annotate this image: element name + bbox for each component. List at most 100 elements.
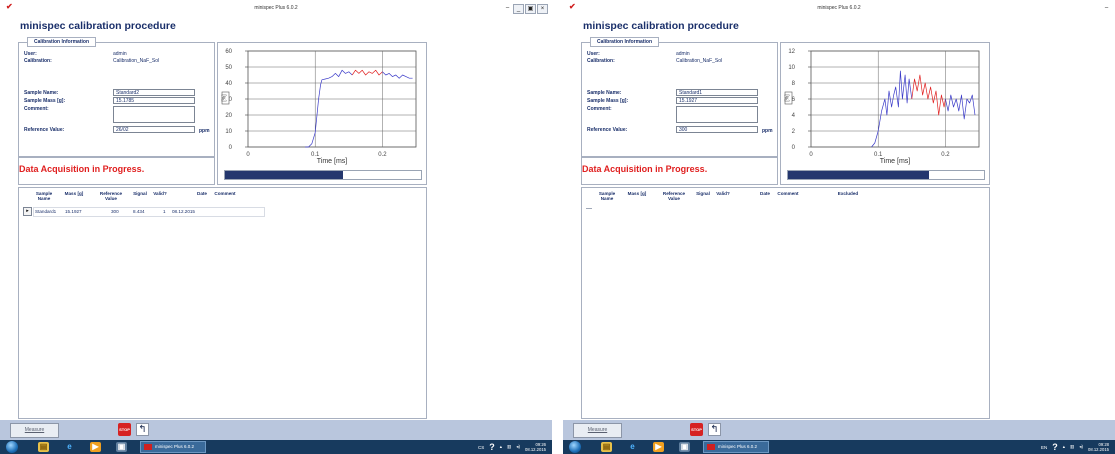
minispec-task-icon: [707, 444, 715, 450]
network-icon[interactable]: ▥: [1070, 444, 1074, 450]
measure-button[interactable]: Measure: [573, 423, 622, 438]
clock[interactable]: 09:26 08.12.2015: [525, 442, 546, 452]
y-tick-label: 50: [225, 65, 232, 71]
undo-arrow-icon[interactable]: ↰: [136, 423, 149, 436]
y-tick-label: 4: [792, 113, 796, 119]
taskbar-task-minispec[interactable]: minispec Plus 6.0.2: [703, 441, 769, 453]
progress-fill: [225, 171, 343, 179]
explorer-icon[interactable]: ▤: [38, 442, 49, 452]
column-valid[interactable]: Valid?: [149, 191, 171, 196]
internet-explorer-icon[interactable]: e: [64, 442, 75, 452]
minimize-icon-button[interactable]: _: [513, 4, 524, 14]
undo-arrow-icon[interactable]: ↰: [708, 423, 721, 436]
language-indicator[interactable]: EN: [1041, 445, 1047, 450]
y-tick-label: 60: [225, 49, 232, 55]
progress-fill: [788, 171, 930, 179]
stop-icon[interactable]: STOP: [690, 423, 703, 436]
reference-unit: ppm: [199, 128, 210, 134]
row-selector-icon[interactable]: [586, 208, 592, 209]
calibration-info-panel: Calibration Information User: admin Cali…: [18, 37, 215, 157]
column-sample-name[interactable]: Sample Name: [594, 191, 620, 201]
y-tick-label: 2: [792, 129, 796, 135]
stop-icon[interactable]: STOP: [118, 423, 131, 436]
x-tick-label: 0.2: [378, 152, 387, 158]
column-sample-name[interactable]: Sample Name: [31, 191, 57, 201]
x-tick-label: 0: [246, 152, 250, 158]
help-icon[interactable]: ?: [1052, 442, 1058, 452]
screenshot-right: ✔ minispec Plus 6.0.2 – minispec calibra…: [563, 0, 1115, 454]
y-tick-label: 12: [788, 49, 795, 55]
tray-arrow-icon[interactable]: ▴: [500, 444, 502, 450]
measure-button[interactable]: Measure: [10, 423, 59, 438]
y-tick-label: 40: [225, 81, 232, 87]
results-table: Sample Name Mass [g] Reference Value Sig…: [18, 187, 427, 419]
window-controls: –: [1102, 4, 1111, 12]
y-tick-label: 10: [788, 65, 795, 71]
sample-mass-input[interactable]: 15.1785: [113, 97, 195, 104]
app-window-icon[interactable]: ▣: [116, 442, 127, 452]
column-valid[interactable]: Valid?: [712, 191, 734, 196]
column-mass[interactable]: Mass [g]: [626, 191, 648, 196]
calibration-info-panel: Calibration Information User: admin Cali…: [581, 37, 778, 157]
calibration-label: Calibration:: [587, 58, 615, 64]
window-title: minispec Plus 6.0.2: [254, 5, 298, 11]
column-date[interactable]: Date: [756, 191, 774, 196]
user-label: User:: [24, 51, 37, 57]
column-signal[interactable]: Signal: [693, 191, 713, 196]
start-orb-icon[interactable]: [6, 441, 18, 453]
column-date[interactable]: Date: [193, 191, 211, 196]
cell-reference-value: 300: [111, 209, 119, 214]
calibration-label: Calibration:: [24, 58, 52, 64]
column-reference-value[interactable]: Reference Value: [97, 191, 125, 201]
reference-value-input[interactable]: 26/02: [113, 126, 195, 133]
cell-signal: 8.434: [133, 209, 145, 214]
column-comment[interactable]: Comment: [210, 191, 240, 196]
internet-explorer-icon[interactable]: e: [627, 442, 638, 452]
minimize-button[interactable]: –: [1102, 4, 1111, 12]
media-player-icon[interactable]: ▶: [90, 442, 101, 452]
acquisition-progress-bar: [224, 170, 422, 180]
x-tick-label: 0.2: [941, 152, 950, 158]
volume-icon[interactable]: ◂): [516, 444, 520, 450]
close-button[interactable]: ×: [537, 4, 548, 14]
minimize-button[interactable]: –: [503, 4, 512, 12]
comment-input[interactable]: [113, 106, 195, 123]
sample-name-input[interactable]: Standard2: [113, 89, 195, 96]
reference-value-input[interactable]: 300: [676, 126, 758, 133]
y-tick-label: 0: [792, 145, 796, 151]
comment-label: Comment:: [24, 106, 49, 112]
tray-arrow-icon[interactable]: ▴: [1063, 444, 1065, 450]
network-icon[interactable]: ▥: [507, 444, 511, 450]
system-tray: CS ? ▴ ▥ ◂) 09:26 08.12.2015: [478, 440, 546, 454]
bottom-toolbar: Measure STOP ↰: [0, 420, 552, 440]
column-excluded[interactable]: Excluded: [833, 191, 863, 196]
x-tick-label: 0: [809, 152, 813, 158]
taskbar-task-minispec[interactable]: minispec Plus 6.0.2: [140, 441, 206, 453]
start-orb-icon[interactable]: [569, 441, 581, 453]
help-icon[interactable]: ?: [489, 442, 495, 452]
cell-sample-name: Standard1: [35, 209, 57, 214]
reference-value-label: Reference Value:: [587, 127, 628, 133]
maximize-button[interactable]: ▣: [525, 4, 536, 14]
media-player-icon[interactable]: ▶: [653, 442, 664, 452]
user-value: admin: [113, 51, 127, 57]
acquisition-status: Data Acquisition in Progress.: [582, 164, 708, 174]
clock[interactable]: 09:28 08.12.2015: [1088, 442, 1109, 452]
sample-mass-input[interactable]: 15.1927: [676, 97, 758, 104]
windows-taskbar: ▤ e ▶ ▣ minispec Plus 6.0.2 EN ? ▴ ▥ ◂) …: [563, 440, 1115, 454]
column-comment[interactable]: Comment: [773, 191, 803, 196]
page-title: minispec calibration procedure: [20, 20, 176, 32]
column-mass[interactable]: Mass [g]: [63, 191, 85, 196]
language-indicator[interactable]: CS: [478, 445, 484, 450]
explorer-icon[interactable]: ▤: [601, 442, 612, 452]
volume-icon[interactable]: ◂): [1079, 444, 1083, 450]
column-signal[interactable]: Signal: [130, 191, 150, 196]
sample-mass-label: Sample Mass [g]:: [24, 98, 66, 104]
clock-date: 08.12.2015: [525, 447, 546, 452]
row-selector-icon[interactable]: ▸: [23, 207, 32, 216]
y-tick-label: 8: [792, 81, 796, 87]
comment-input[interactable]: [676, 106, 758, 123]
app-window-icon[interactable]: ▣: [679, 442, 690, 452]
sample-name-input[interactable]: Standard1: [676, 89, 758, 96]
column-reference-value[interactable]: Reference Value: [660, 191, 688, 201]
